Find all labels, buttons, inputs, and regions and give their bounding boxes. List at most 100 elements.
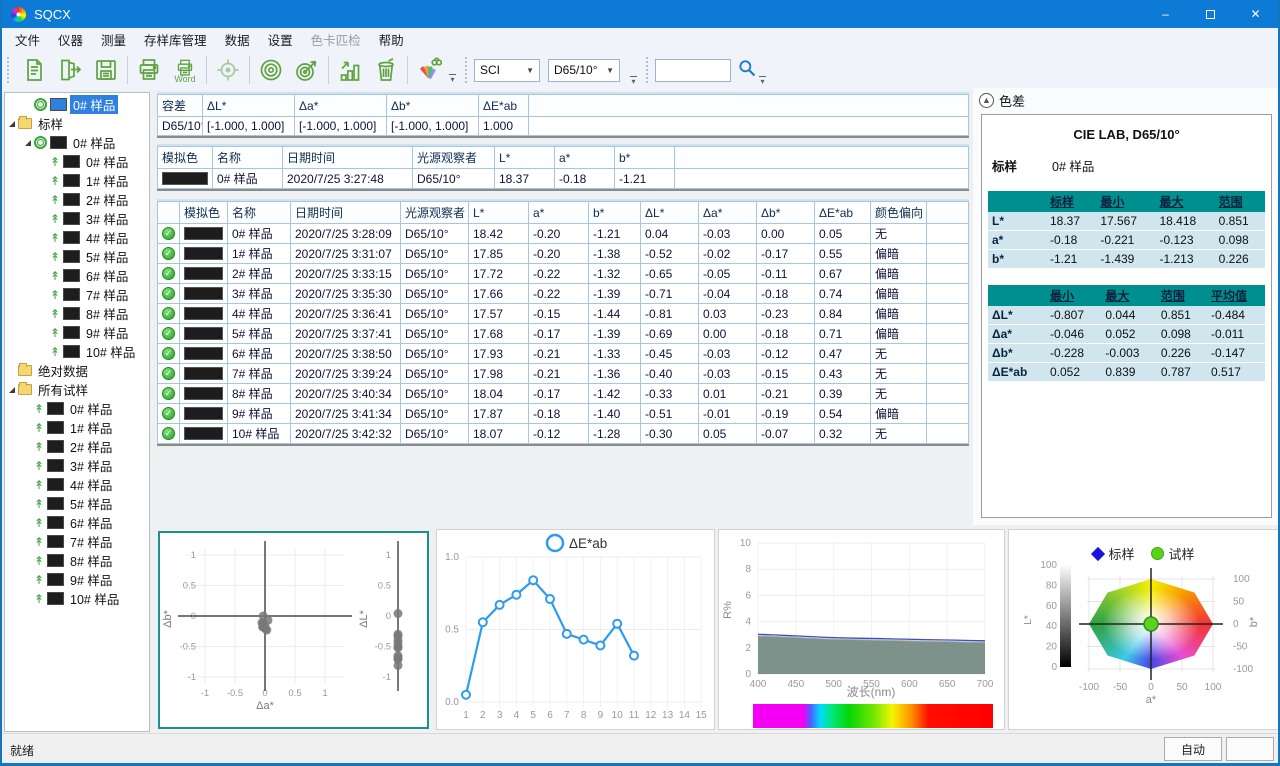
print-word-button[interactable]: Word [167,52,203,88]
column-header[interactable]: 光源观察者 [401,202,469,224]
table-row[interactable]: ✓9# 样品2020/7/25 3:41:34D65/10°17.87-0.18… [158,404,969,424]
search-icon[interactable] [737,58,757,83]
menu-item[interactable]: 帮助 [370,28,413,51]
tree-item[interactable]: ↟4# 样品 [5,475,149,494]
column-header[interactable]: Δb* [757,202,815,224]
mode-dropdown[interactable]: SCI ▼ [474,59,540,82]
table-row[interactable]: ✓2# 样品2020/7/25 3:33:15D65/10°17.72-0.22… [158,264,969,284]
tree-item[interactable]: ↟5# 样品 [5,494,149,513]
tree-item[interactable]: ↟5# 样品 [5,247,149,266]
column-header[interactable] [529,95,969,117]
export-button[interactable] [52,52,88,88]
scatter-chart-panel[interactable]: -1-1-0.5-0.5000.50.511Δa*Δb*-1-0.500.51Δ… [158,531,429,729]
table-row[interactable]: ✓6# 样品2020/7/25 3:38:50D65/10°17.93-0.21… [158,344,969,364]
save-button[interactable] [88,52,124,88]
new-document-button[interactable] [16,52,52,88]
tree-item[interactable]: ↟8# 样品 [5,551,149,570]
column-header[interactable]: ΔL* [203,95,295,117]
table-row[interactable]: ✓7# 样品2020/7/25 3:39:24D65/10°17.98-0.21… [158,364,969,384]
gamut-chart-panel[interactable]: -100-50050100100500-50-100100806040200L*… [1008,529,1280,730]
tree-item[interactable]: ↟3# 样品 [5,456,149,475]
tree-item[interactable]: ↟9# 样品 [5,570,149,589]
column-header[interactable]: ΔE*ab [815,202,871,224]
table-row[interactable]: ✓4# 样品2020/7/25 3:36:41D65/10°17.57-0.15… [158,304,969,324]
column-header[interactable]: Δa* [295,95,387,117]
tree-item[interactable]: ↟2# 样品 [5,190,149,209]
deltae-trend-chart-panel[interactable]: 1234567891011121314150.00.51.0ΔE*ab [436,529,715,730]
minimize-button[interactable]: – [1143,0,1188,28]
tree-item[interactable]: ↟10# 样品 [5,342,149,361]
report-chart-button[interactable] [332,52,368,88]
tree-expander-icon[interactable] [9,387,15,393]
column-header[interactable]: b* [615,147,675,169]
menu-item[interactable]: 测量 [92,28,135,51]
column-header[interactable]: L* [495,147,555,169]
tree-item[interactable]: 0# 样品 [5,95,149,114]
column-header[interactable]: 名称 [213,147,283,169]
menu-item[interactable]: 数据 [216,28,259,51]
tree-item[interactable]: ↟10# 样品 [5,589,149,608]
tree-item[interactable]: ↟1# 样品 [5,418,149,437]
column-header[interactable]: L* [469,202,529,224]
print-button[interactable] [131,52,167,88]
tree-item[interactable]: ↟0# 样品 [5,152,149,171]
column-header[interactable] [675,147,969,169]
table-row[interactable]: ✓1# 样品2020/7/25 3:31:07D65/10°17.85-0.20… [158,244,969,264]
menu-item[interactable]: 存样库管理 [135,28,216,51]
tree-item[interactable]: ↟7# 样品 [5,532,149,551]
column-header[interactable]: ΔE*ab [479,95,529,117]
tree-expander-icon[interactable] [9,121,15,127]
column-header[interactable]: 日期时间 [283,147,413,169]
table-row[interactable]: ✓0# 样品2020/7/25 3:28:09D65/10°18.42-0.20… [158,224,969,244]
toolbar-grip[interactable] [646,57,651,83]
tree-item[interactable]: 绝对数据 [5,361,149,380]
menu-item[interactable]: 仪器 [49,28,92,51]
table-row[interactable]: 0# 样品2020/7/25 3:27:48D65/10°18.37-0.18-… [158,169,969,189]
toolbar-overflow-icon[interactable]: ▾ [630,76,637,86]
column-header[interactable]: 容差 [158,95,203,117]
column-header[interactable]: 日期时间 [291,202,401,224]
column-header[interactable]: 名称 [228,202,291,224]
column-header[interactable]: Δa* [699,202,757,224]
tree-item[interactable]: ↟6# 样品 [5,266,149,285]
column-header[interactable]: Δb* [387,95,479,117]
toolbar-overflow-icon[interactable]: ▾ [759,76,766,86]
tree-item[interactable]: 所有试样 [5,380,149,399]
column-header[interactable]: 模拟色 [158,147,213,169]
tree-item[interactable]: ↟9# 样品 [5,323,149,342]
menu-item[interactable]: 色卡匹检 [302,28,370,51]
column-header[interactable]: 模拟色 [180,202,228,224]
table-row[interactable]: ✓3# 样品2020/7/25 3:35:30D65/10°17.66-0.22… [158,284,969,304]
tree-item[interactable]: ↟8# 样品 [5,304,149,323]
tree-item[interactable]: ↟4# 样品 [5,228,149,247]
column-header[interactable]: a* [529,202,589,224]
column-header[interactable]: b* [589,202,641,224]
column-header[interactable] [158,202,180,224]
tree-item[interactable]: ↟1# 样品 [5,171,149,190]
tree-item[interactable]: 标样 [5,114,149,133]
table-row[interactable]: D65/10°[-1.000, 1.000][-1.000, 1.000][-1… [158,117,969,136]
reflectance-chart-panel[interactable]: 0246810400450500550600650700R%波长(nm) [718,529,1005,730]
menu-item[interactable]: 文件 [6,28,49,51]
maximize-button[interactable] [1188,0,1233,28]
column-header[interactable]: 光源观察者 [413,147,495,169]
tree-item[interactable]: 0# 样品 [5,133,149,152]
column-header[interactable]: ΔL* [641,202,699,224]
column-header[interactable]: a* [555,147,615,169]
toolbar-grip[interactable] [7,57,12,83]
column-header[interactable]: 颜色偏向 [871,202,927,224]
collapse-panel-icon[interactable]: ▲ [979,93,994,108]
column-header[interactable] [927,202,969,224]
auto-button[interactable]: 自动 [1164,737,1222,761]
menu-item[interactable]: 设置 [259,28,302,51]
tree-item[interactable]: ↟7# 样品 [5,285,149,304]
close-button[interactable]: ✕ [1233,0,1278,28]
calibrate-button[interactable] [210,52,246,88]
tree-item[interactable]: ↟2# 样品 [5,437,149,456]
tree-item[interactable]: ↟6# 样品 [5,513,149,532]
toolbar-overflow-icon[interactable]: ▾ [449,74,456,84]
delete-button[interactable] [368,52,404,88]
toolbar-grip[interactable] [465,57,470,83]
table-row[interactable]: ✓10# 样品2020/7/25 3:42:32D65/10°18.07-0.1… [158,424,969,444]
tree-item[interactable]: ↟0# 样品 [5,399,149,418]
